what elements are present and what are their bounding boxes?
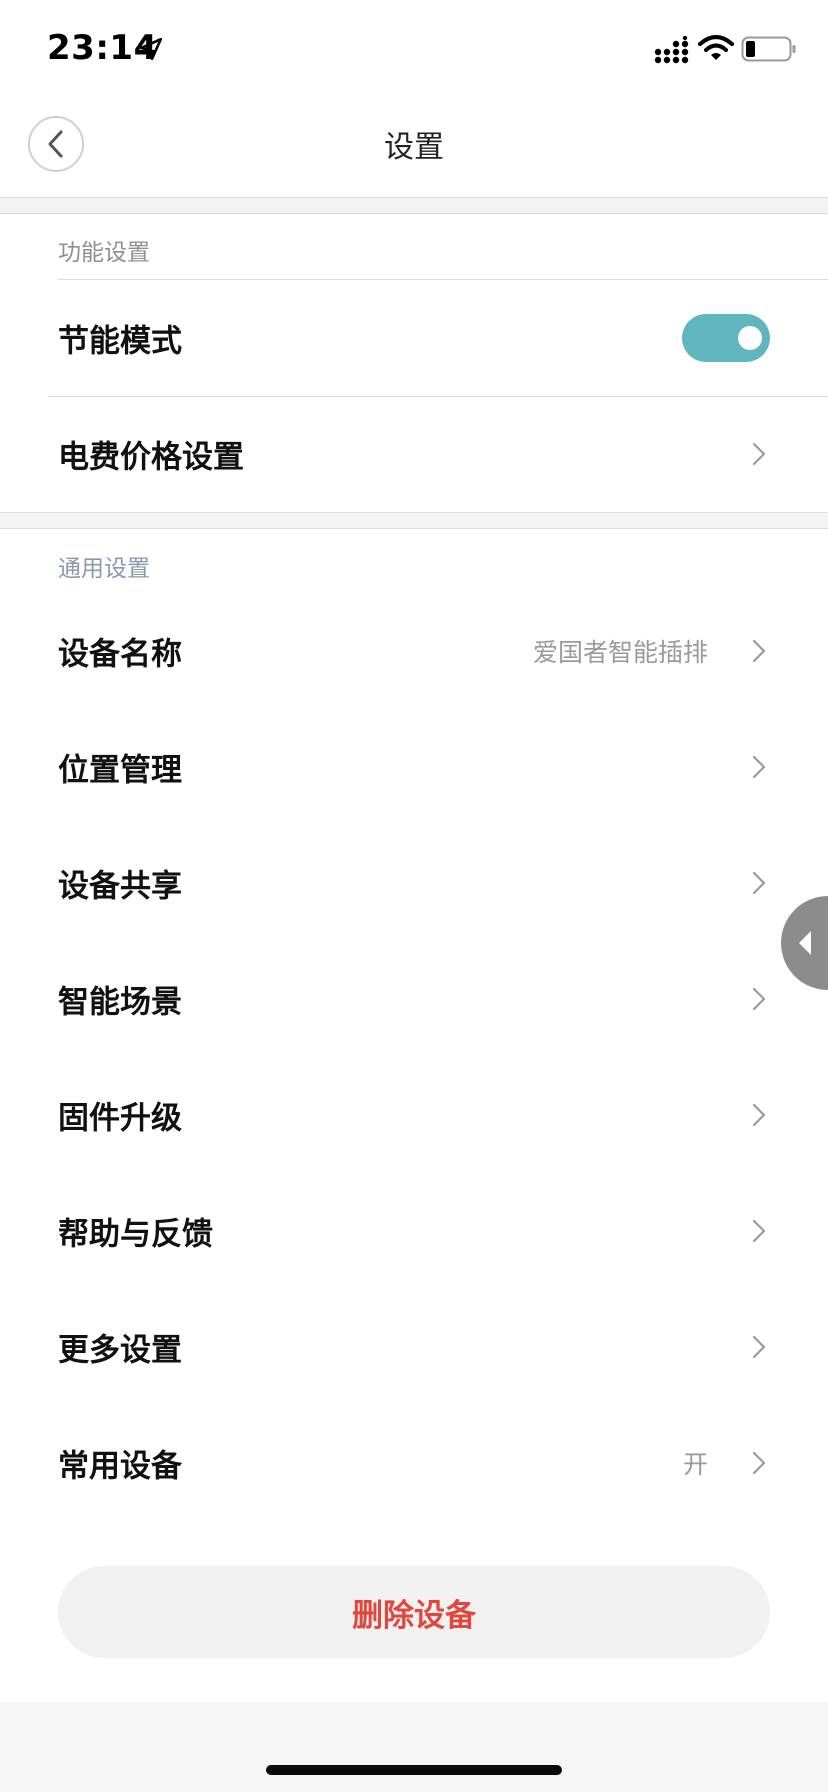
row-label: 固件升级	[58, 1100, 182, 1137]
row-common-device[interactable]: 常用设备 开	[0, 1405, 828, 1521]
row-label: 电费价格设置	[58, 439, 244, 476]
row-electricity-price[interactable]: 电费价格设置	[0, 396, 828, 512]
section-header-function: 功能设置	[58, 240, 150, 266]
nav-bar: 设置	[0, 100, 828, 198]
row-value: 爱国者智能插排	[532, 638, 708, 667]
row-energy-saving: 节能模式	[0, 280, 828, 396]
row-label: 设备名称	[58, 636, 182, 673]
page-title: 设置	[384, 130, 444, 165]
row-label: 智能场景	[58, 984, 182, 1021]
row-more-settings[interactable]: 更多设置	[0, 1289, 828, 1405]
row-smart-scene[interactable]: 智能场景	[0, 941, 828, 1057]
location-arrow-icon	[139, 37, 163, 61]
status-bar: 23:14	[0, 0, 828, 100]
chevron-right-icon	[752, 1219, 766, 1243]
toggle-knob	[738, 326, 762, 350]
row-label: 设备共享	[58, 868, 182, 905]
chevron-right-icon	[752, 1451, 766, 1475]
chevron-right-icon	[752, 442, 766, 466]
row-label: 帮助与反馈	[58, 1216, 213, 1253]
battery-icon	[741, 36, 796, 62]
row-label: 更多设置	[58, 1332, 182, 1369]
row-value: 开	[682, 1450, 708, 1479]
delete-device-button[interactable]: 删除设备	[58, 1566, 770, 1658]
signal-icon	[654, 36, 689, 64]
row-help-feedback[interactable]: 帮助与反馈	[0, 1173, 828, 1289]
energy-saving-toggle[interactable]	[682, 314, 770, 362]
row-firmware-upgrade[interactable]: 固件升级	[0, 1057, 828, 1173]
section-gap	[0, 198, 828, 214]
chevron-right-icon	[752, 755, 766, 779]
row-device-sharing[interactable]: 设备共享	[0, 825, 828, 941]
chevron-right-icon	[752, 871, 766, 895]
chevron-right-icon	[752, 1103, 766, 1127]
chevron-right-icon	[752, 987, 766, 1011]
handle-arrow-icon	[799, 931, 811, 955]
chevron-right-icon	[752, 1335, 766, 1359]
row-device-name[interactable]: 设备名称 爱国者智能插排	[0, 593, 828, 709]
chevron-right-icon	[752, 639, 766, 663]
section-gap	[0, 512, 828, 529]
row-label: 位置管理	[58, 752, 182, 789]
row-location-management[interactable]: 位置管理	[0, 709, 828, 825]
home-indicator[interactable]	[266, 1765, 562, 1775]
wifi-icon	[698, 35, 734, 60]
row-label: 常用设备	[58, 1448, 182, 1485]
row-label: 节能模式	[58, 323, 182, 360]
bottom-area	[0, 1702, 828, 1792]
section-header-general: 通用设置	[58, 556, 150, 582]
